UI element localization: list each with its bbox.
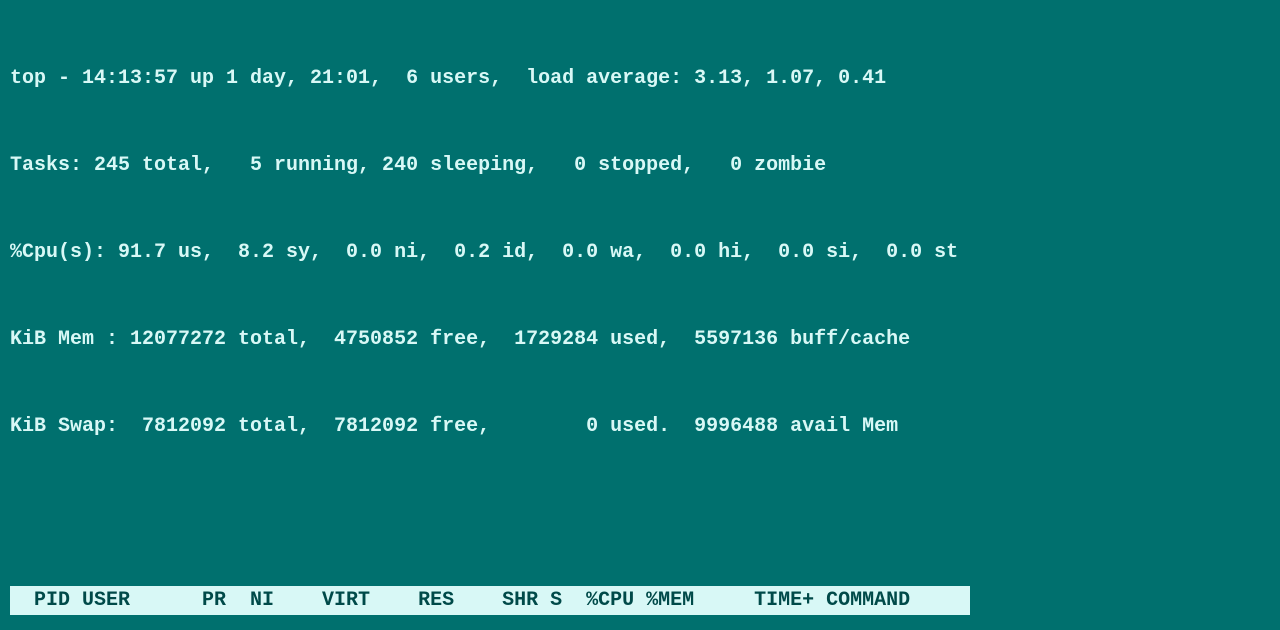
top-summary-line: top - 14:13:57 up 1 day, 21:01, 6 users,… (10, 64, 1270, 93)
terminal-output[interactable]: top - 14:13:57 up 1 day, 21:01, 6 users,… (0, 0, 1280, 630)
tasks-line: Tasks: 245 total, 5 running, 240 sleepin… (10, 151, 1270, 180)
mem-line: KiB Mem : 12077272 total, 4750852 free, … (10, 325, 1270, 354)
cpu-line: %Cpu(s): 91.7 us, 8.2 sy, 0.0 ni, 0.2 id… (10, 238, 1270, 267)
column-header: PID USER PR NI VIRT RES SHR S %CPU %MEM … (10, 586, 970, 615)
blank-line (10, 499, 1270, 528)
swap-line: KiB Swap: 7812092 total, 7812092 free, 0… (10, 412, 1270, 441)
